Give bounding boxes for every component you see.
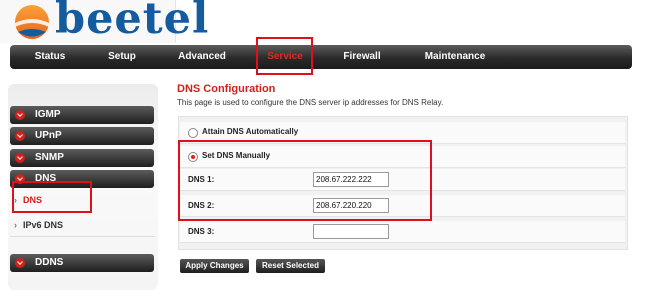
highlight-box-dns: [12, 181, 92, 213]
sidebar-subitem-ipv6-dns[interactable]: › IPv6 DNS: [14, 217, 63, 233]
chevron-down-icon: [15, 258, 25, 268]
sidebar-item-label: UPnP: [35, 130, 62, 141]
sidebar-item-snmp[interactable]: SNMP: [10, 149, 154, 167]
chevron-down-icon: [15, 131, 25, 141]
top-nav: Status Setup Advanced Service Firewall M…: [10, 45, 632, 69]
sidebar-item-label: SNMP: [35, 152, 64, 163]
chevron-down-icon: [15, 110, 25, 120]
sidebar-divider: [10, 236, 155, 237]
brand-logo: beetel: [0, 0, 208, 44]
nav-advanced[interactable]: Advanced: [172, 45, 232, 69]
chevron-down-icon: [15, 153, 25, 163]
attain-dns-auto-radio[interactable]: [188, 128, 198, 138]
dns3-label: DNS 3:: [188, 227, 215, 236]
brand-wordmark: beetel: [55, 0, 210, 44]
page-description: This page is used to configure the DNS s…: [177, 98, 444, 107]
highlight-box-service: [256, 37, 313, 75]
dns3-input[interactable]: [313, 224, 389, 239]
sidebar-item-upnp[interactable]: UPnP: [10, 127, 154, 145]
page-title: DNS Configuration: [177, 83, 276, 95]
sidebar-subitem-label: IPv6 DNS: [23, 220, 64, 230]
beetel-globe-icon: [15, 5, 49, 39]
sidebar-item-igmp[interactable]: IGMP: [10, 106, 154, 124]
apply-changes-button[interactable]: Apply Changes: [180, 259, 249, 273]
reset-selected-button[interactable]: Reset Selected: [256, 259, 325, 273]
dns3-row: DNS 3:: [180, 221, 625, 243]
sidebar-item-label: IGMP: [35, 109, 61, 120]
nav-firewall[interactable]: Firewall: [337, 45, 387, 69]
chevron-right-icon: ›: [14, 220, 17, 230]
nav-status[interactable]: Status: [25, 45, 75, 69]
attain-dns-auto-label[interactable]: Attain DNS Automatically: [202, 127, 298, 136]
sidebar-item-label: DDNS: [35, 257, 64, 268]
highlight-box-dns-fields: [178, 140, 432, 221]
nav-maintenance[interactable]: Maintenance: [415, 45, 495, 69]
sidebar-item-ddns[interactable]: DDNS: [10, 254, 154, 272]
nav-setup[interactable]: Setup: [102, 45, 142, 69]
